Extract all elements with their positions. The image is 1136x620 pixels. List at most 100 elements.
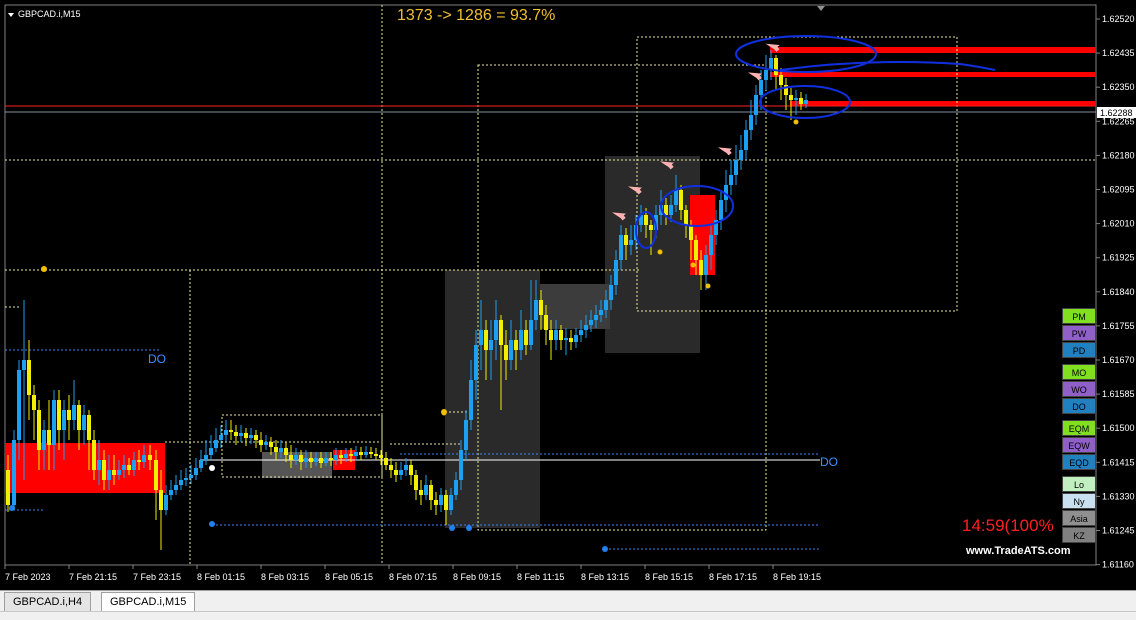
- candle-body: [32, 395, 36, 410]
- panel-button-eqw[interactable]: EQW: [1062, 437, 1096, 453]
- candle-body: [749, 115, 753, 130]
- candle-body: [389, 465, 393, 470]
- candle-body: [254, 435, 258, 440]
- candle-body: [334, 455, 338, 460]
- candle-body: [754, 95, 758, 115]
- candle-body: [164, 495, 168, 510]
- level-dot: [466, 525, 472, 531]
- panel-button-do[interactable]: DO: [1062, 398, 1096, 414]
- ratio-text: 1373 -> 1286 = 93.7%: [397, 7, 556, 24]
- level-dot: [209, 465, 215, 471]
- candle-body: [589, 320, 593, 325]
- supply-zone-top-3: [790, 101, 1096, 106]
- candle-body: [729, 175, 733, 185]
- session-box-1: [445, 270, 540, 528]
- time-tick-label: 8 Feb 11:15: [517, 572, 564, 582]
- candle-body: [354, 452, 358, 456]
- candle-body: [624, 235, 628, 245]
- candle-body: [107, 470, 111, 480]
- candle-body: [249, 435, 253, 438]
- candle-body: [574, 335, 578, 342]
- fractal-dot: [705, 283, 711, 289]
- candle-body: [399, 470, 403, 475]
- candle-body: [142, 455, 146, 462]
- price-tick-label: 1.62180: [1102, 150, 1135, 160]
- candle-body: [739, 150, 743, 160]
- panel-button-asia[interactable]: Asia: [1062, 510, 1096, 526]
- panel-button-mo[interactable]: MO: [1062, 364, 1096, 380]
- candle-body: [294, 455, 298, 460]
- candle-body: [534, 300, 538, 320]
- candle-body: [504, 345, 508, 360]
- candle-body: [404, 465, 408, 470]
- candle-body: [6, 470, 10, 505]
- candle-body: [82, 415, 86, 430]
- candle-body: [419, 490, 423, 495]
- panel-button-ny[interactable]: Ny: [1062, 493, 1096, 509]
- panel-button-pd[interactable]: PD: [1062, 342, 1096, 358]
- candle-body: [284, 448, 288, 455]
- annotation-stroke: [779, 61, 996, 71]
- candle-body: [409, 465, 413, 475]
- panel-button-eqd[interactable]: EQD: [1062, 454, 1096, 470]
- time-tick-label: 8 Feb 17:15: [709, 572, 757, 582]
- candle-body: [509, 340, 513, 360]
- panel-button-pm[interactable]: PM: [1062, 308, 1096, 324]
- price-tick-label: 1.61840: [1102, 287, 1135, 297]
- candle-body: [184, 478, 188, 480]
- demand-zone: [5, 443, 165, 493]
- supply-zone-top-2: [770, 72, 1096, 77]
- time-tick-label: 8 Feb 19:15: [773, 572, 821, 582]
- candle-body: [339, 455, 343, 458]
- candle-body: [199, 460, 203, 468]
- tab-gbpcad-m15[interactable]: GBPCAD.i,M15: [101, 592, 196, 612]
- candle-body: [234, 432, 238, 436]
- panel-button-pw[interactable]: PW: [1062, 325, 1096, 341]
- indicator-button-panel: PM PW PD MO WO DO EQM EQW EQD Lo Ny Asia KZ: [1062, 308, 1096, 544]
- time-tick-label: 8 Feb 01:15: [197, 572, 245, 582]
- candle-body: [579, 330, 583, 335]
- panel-button-kz[interactable]: KZ: [1062, 527, 1096, 543]
- panel-button-lo[interactable]: Lo: [1062, 476, 1096, 492]
- level-dot: [449, 525, 455, 531]
- website-watermark: www.TradeATS.com: [966, 545, 1071, 557]
- candle-body: [374, 454, 378, 456]
- dropdown-triangle-icon[interactable]: [8, 12, 14, 17]
- candle-body: [174, 485, 178, 490]
- candle-body: [544, 315, 548, 330]
- candle-body: [474, 345, 478, 380]
- candle-body: [604, 300, 608, 310]
- candle-body: [424, 485, 428, 495]
- candle-body: [709, 235, 713, 255]
- candle-body: [789, 95, 793, 100]
- candle-body: [599, 310, 603, 315]
- candle-body: [569, 338, 573, 342]
- candle-body: [194, 468, 198, 475]
- panel-button-eqm[interactable]: EQM: [1062, 420, 1096, 436]
- candle-body: [669, 205, 673, 215]
- candle-body: [769, 58, 773, 70]
- candle-body: [524, 330, 528, 345]
- candle-body: [384, 458, 388, 465]
- candle-body: [444, 495, 448, 510]
- candle-body: [214, 440, 218, 448]
- candle-body: [694, 240, 698, 260]
- candle-body: [269, 442, 273, 447]
- candle-body: [464, 420, 468, 450]
- candle-body: [434, 500, 438, 505]
- candle-body: [649, 225, 653, 230]
- candle-body: [279, 448, 283, 452]
- candle-body: [699, 260, 703, 275]
- time-tick-label: 7 Feb 21:15: [69, 572, 117, 582]
- price-tick-label: 1.61585: [1102, 389, 1135, 399]
- candle-body: [148, 455, 152, 460]
- candle-body: [12, 440, 16, 505]
- panel-button-wo[interactable]: WO: [1062, 381, 1096, 397]
- price-axis: 1.625201.624351.623501.622651.621801.620…: [1096, 14, 1135, 570]
- candle-body: [674, 190, 678, 205]
- candle-body: [67, 410, 71, 420]
- price-chart[interactable]: 1.62520 1.62435 1.62350 1.62265 1.62180 1.620…: [0, 0, 1136, 590]
- candle-body: [159, 490, 163, 510]
- tab-gbpcad-h4[interactable]: GBPCAD.i,H4: [4, 592, 92, 612]
- candle-body: [584, 325, 588, 330]
